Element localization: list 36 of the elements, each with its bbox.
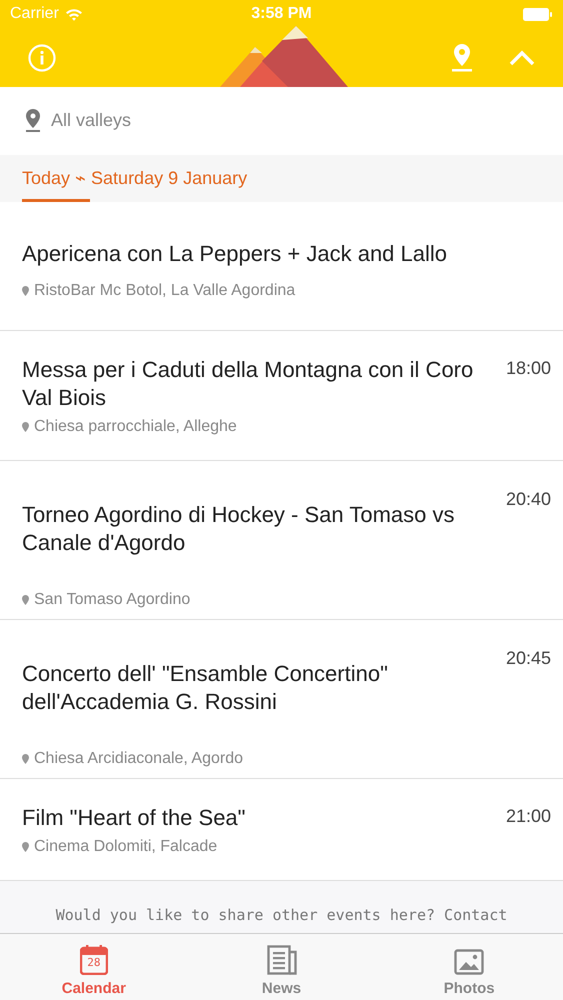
info-icon bbox=[28, 44, 56, 72]
event-time: 21:00 bbox=[506, 805, 551, 828]
valley-filter[interactable]: All valleys bbox=[51, 110, 132, 132]
event-location: San Tomaso Agordino bbox=[34, 591, 190, 610]
status-time: 3:58 PM bbox=[251, 5, 312, 22]
location-pin-icon bbox=[22, 422, 29, 432]
image-icon bbox=[454, 949, 484, 975]
wifi-icon bbox=[64, 8, 83, 20]
event-time: 20:40 bbox=[506, 488, 551, 512]
contact-text: Would you like to share other events here? Contact bbox=[56, 906, 508, 924]
info-button[interactable] bbox=[28, 44, 56, 72]
calendar-day-number: 28 bbox=[86, 956, 102, 969]
location-pin-icon bbox=[451, 42, 473, 72]
event-title[interactable]: Torneo Agordino di Hockey - San Tomaso vs Canale d'Agordo bbox=[22, 501, 490, 558]
event-location: Cinema Dolomiti, Falcade bbox=[34, 838, 218, 856]
event-location: Chiesa parrocchiale, Alleghe bbox=[34, 418, 237, 436]
calendar-icon bbox=[80, 945, 108, 975]
location-pin-icon bbox=[22, 595, 29, 606]
event-time: 20:45 bbox=[506, 647, 551, 670]
event-title[interactable]: Concerto dell' "Ensamble Concertino" dell'Accademia G. Rossini bbox=[22, 660, 490, 716]
location-pin-icon bbox=[25, 109, 41, 132]
chevron-up-icon bbox=[509, 50, 535, 66]
collapse-button[interactable] bbox=[509, 50, 535, 66]
event-title[interactable]: Apericena con La Peppers + Jack and Lallo bbox=[22, 240, 551, 268]
event-location: Chiesa Arcidiaconale, Agordo bbox=[34, 750, 244, 768]
location-pin-icon bbox=[22, 754, 29, 764]
location-pin-icon bbox=[22, 286, 29, 296]
event-title[interactable]: Film "Heart of the Sea" bbox=[22, 804, 490, 832]
carrier-label: Carrier bbox=[10, 5, 59, 23]
location-button[interactable] bbox=[451, 42, 473, 72]
event-time: 18:00 bbox=[506, 357, 551, 380]
event-location: RistoBar Mc Botol, La Valle Agordina bbox=[34, 282, 296, 300]
location-pin-icon bbox=[22, 842, 29, 852]
battery-icon bbox=[523, 8, 553, 20]
newspaper-icon bbox=[266, 945, 296, 975]
event-title[interactable]: Messa per i Caduti della Montagna con il Coro Val Biois bbox=[22, 356, 490, 412]
